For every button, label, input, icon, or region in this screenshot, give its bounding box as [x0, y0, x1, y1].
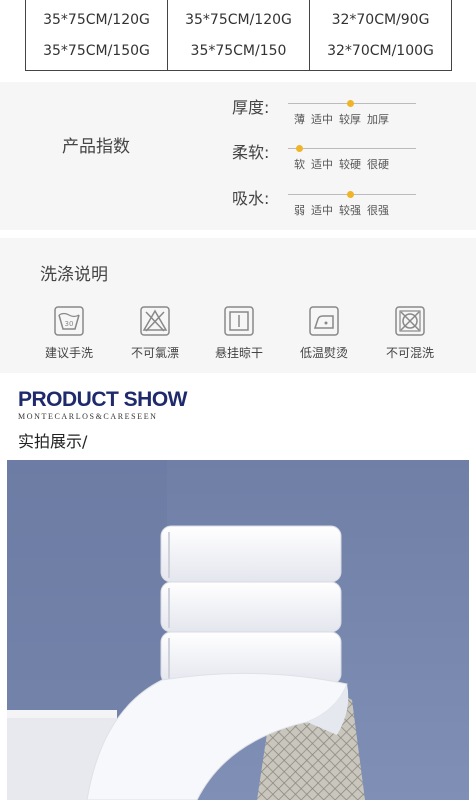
wash-item-no-bleach: 不可氯漂 [115, 306, 195, 361]
level-label: 较厚 [339, 113, 361, 126]
wash-instructions-section: 洗涤说明 30 建议手洗 不可氯漂 悬挂晾干 低温熨烫 不可混洗 [0, 238, 476, 373]
wash-title: 洗涤说明 [40, 265, 108, 285]
index-marker [346, 100, 354, 107]
no-bleach-icon [140, 306, 170, 336]
index-track [288, 145, 416, 152]
wash-item-hand-wash: 30 建议手洗 [29, 306, 109, 361]
spec-cell: 35*75CM/150G [43, 42, 150, 59]
product-show-caption: 实拍展示/ [18, 432, 88, 451]
spec-cell: 32*70CM/90G [331, 11, 430, 28]
wash-label: 低温熨烫 [299, 346, 348, 360]
product-show-brand: MONTECARLOS&CARESEEN [18, 412, 158, 421]
spec-cell: 32*70CM/100G [327, 42, 434, 59]
level-label: 软 [294, 158, 305, 171]
index-marker [296, 145, 303, 152]
svg-text:30: 30 [65, 320, 74, 328]
index-track [288, 100, 416, 107]
index-levels: 薄 适中 较厚 加厚 [294, 111, 389, 127]
index-levels: 弱 适中 较强 很强 [294, 202, 389, 218]
index-label: 柔软: [232, 143, 270, 162]
wash-label: 建议手洗 [44, 346, 93, 360]
level-label: 适中 [311, 158, 333, 171]
spec-cell: 35*75CM/120G [185, 11, 292, 28]
wash-label: 不可混洗 [385, 346, 434, 360]
spec-column-1: 35*75CM/120G 35*75CM/150G [26, 0, 168, 70]
softness-index-row: 柔软: 软 适中 较硬 很硬 [232, 139, 432, 179]
wash-item-no-mixed-wash: 不可混洗 [370, 306, 450, 361]
level-label: 适中 [311, 113, 333, 126]
level-label: 薄 [294, 113, 305, 126]
level-label: 很硬 [367, 158, 389, 171]
spec-cell: 35*75CM/150 [190, 42, 287, 59]
level-label: 较硬 [339, 158, 361, 171]
spec-column-3: 32*70CM/90G 32*70CM/100G [310, 0, 451, 70]
level-label: 适中 [311, 204, 333, 217]
index-label: 吸水: [232, 189, 270, 208]
index-label: 厚度: [232, 98, 270, 117]
absorbency-index-row: 吸水: 弱 适中 较强 很强 [232, 185, 432, 225]
wash-label: 悬挂晾干 [214, 346, 263, 360]
product-index-section: 产品指数 厚度: 薄 适中 较厚 加厚 柔软: 软 适中 较硬 很硬 吸水: 弱 [0, 82, 476, 230]
level-label: 很强 [367, 204, 389, 217]
hang-dry-icon [224, 306, 254, 336]
product-show-title: PRODUCT SHOW [18, 388, 188, 411]
level-label: 加厚 [367, 113, 389, 126]
stacked-white-towels-photo [7, 460, 469, 800]
thickness-index-row: 厚度: 薄 适中 较厚 加厚 [232, 94, 432, 134]
hand-wash-30-icon: 30 [54, 306, 84, 336]
index-track [288, 191, 416, 198]
level-label: 较强 [339, 204, 361, 217]
level-label: 弱 [294, 204, 305, 217]
wash-item-low-temp-iron: 低温熨烫 [284, 306, 364, 361]
index-marker [346, 191, 354, 198]
low-temp-iron-icon [309, 306, 339, 336]
spec-cell: 35*75CM/120G [43, 11, 150, 28]
size-spec-table: 35*75CM/120G 35*75CM/150G 35*75CM/120G 3… [25, 0, 452, 71]
product-index-title: 产品指数 [62, 137, 130, 157]
spec-column-2: 35*75CM/120G 35*75CM/150 [168, 0, 310, 70]
wash-label: 不可氯漂 [130, 346, 179, 360]
wash-item-hang-dry: 悬挂晾干 [199, 306, 279, 361]
index-levels: 软 适中 较硬 很硬 [294, 156, 389, 172]
no-mixed-wash-icon [395, 306, 425, 336]
